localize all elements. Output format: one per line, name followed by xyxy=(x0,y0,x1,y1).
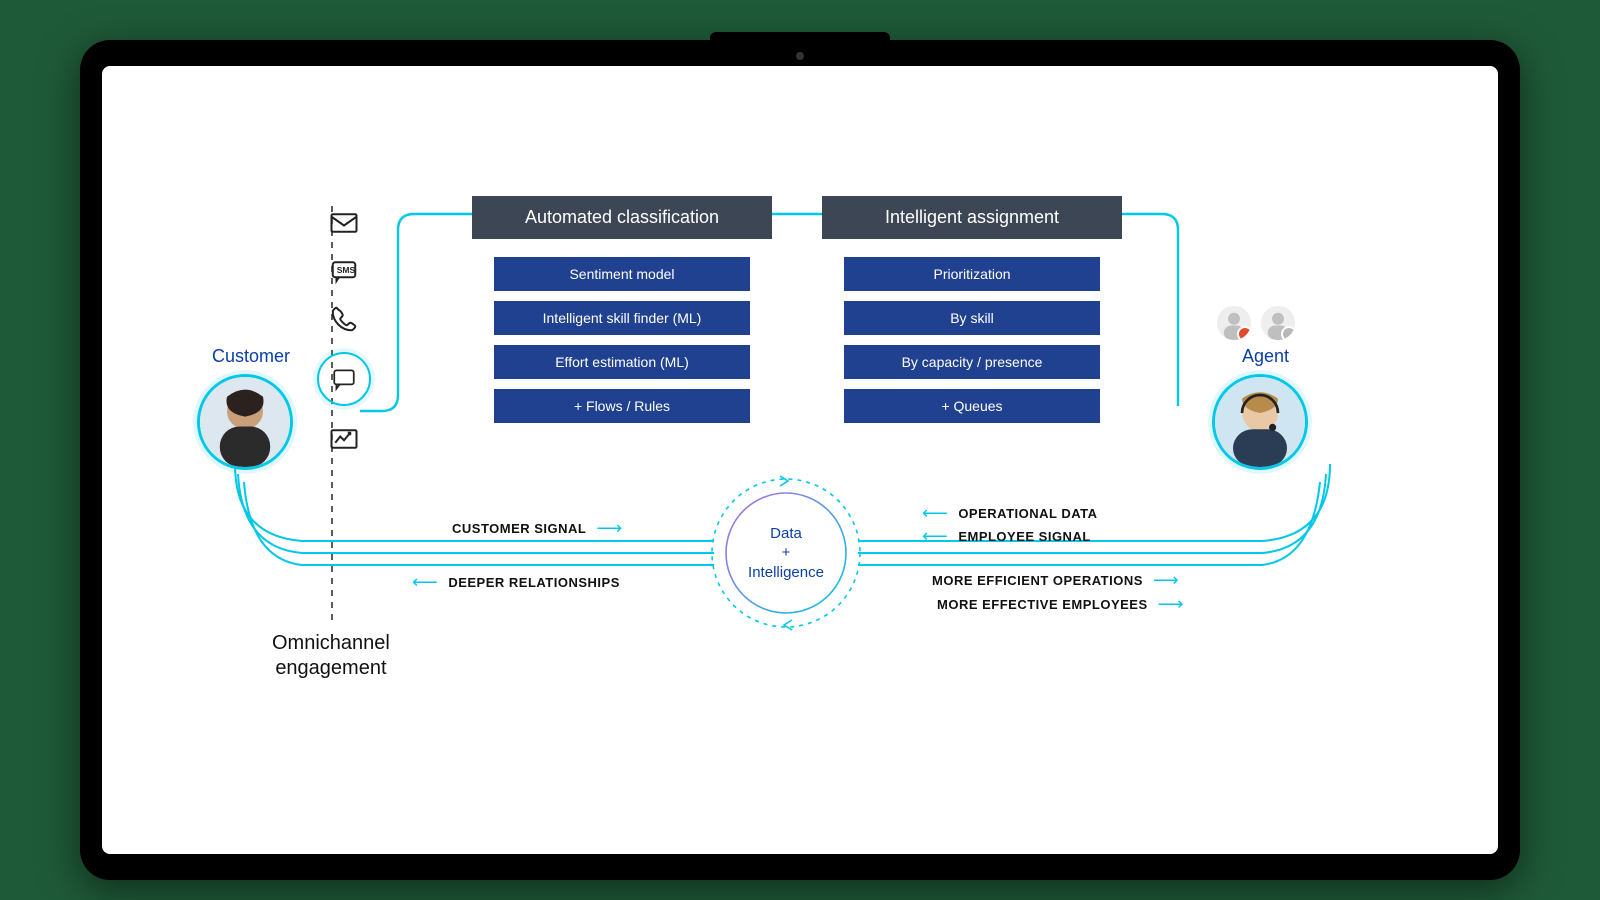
sms-icon: SMS xyxy=(329,256,359,286)
agent-label: Agent xyxy=(1242,346,1289,367)
agent-mini-avatar xyxy=(1217,306,1251,340)
assignment-item: + Queues xyxy=(844,389,1100,423)
data-intelligence-circle: Data + Intelligence xyxy=(721,488,851,618)
flow-customer-signal: CUSTOMER SIGNAL⟶ xyxy=(452,518,623,539)
arrow-right-icon: ⟶ xyxy=(1158,594,1184,615)
assignment-header: Intelligent assignment xyxy=(822,196,1122,239)
chat-icon xyxy=(317,352,371,406)
phone-icon xyxy=(329,304,359,334)
arrow-left-icon: ⟵ xyxy=(412,572,438,593)
svg-text:SMS: SMS xyxy=(337,265,356,275)
assignment-section: Intelligent assignment Prioritization By… xyxy=(822,196,1122,433)
classification-item: Intelligent skill finder (ML) xyxy=(494,301,750,335)
flow-employee-signal: ⟵EMPLOYEE SIGNAL xyxy=(922,526,1091,547)
status-dot-away xyxy=(1281,326,1295,340)
customer-label: Customer xyxy=(212,346,290,367)
flow-deeper-relationships: ⟵DEEPER RELATIONSHIPS xyxy=(412,572,620,593)
center-line2: + xyxy=(782,543,791,563)
assignment-item: By capacity / presence xyxy=(844,345,1100,379)
status-dot-busy xyxy=(1237,326,1251,340)
arrow-right-icon: ⟶ xyxy=(1153,570,1179,591)
flow-more-effective: MORE EFFECTIVE EMPLOYEES⟶ xyxy=(937,594,1184,615)
customer-avatar xyxy=(197,374,293,470)
classification-section: Automated classification Sentiment model… xyxy=(472,196,772,433)
flow-more-efficient: MORE EFFICIENT OPERATIONS⟶ xyxy=(932,570,1179,591)
classification-item: Effort estimation (ML) xyxy=(494,345,750,379)
flow-operational-data: ⟵OPERATIONAL DATA xyxy=(922,503,1098,524)
tablet-notch xyxy=(710,32,890,46)
classification-item: Sentiment model xyxy=(494,257,750,291)
email-icon xyxy=(329,208,359,238)
arrow-left-icon: ⟵ xyxy=(922,503,948,524)
classification-item: + Flows / Rules xyxy=(494,389,750,423)
center-line1: Data xyxy=(770,524,802,544)
tablet-frame: Customer SMS Omnichannel engagement Auto… xyxy=(80,40,1520,880)
omnichannel-label: Omnichannel engagement xyxy=(272,631,390,681)
omnichannel-label-line2: engagement xyxy=(272,656,390,681)
arrow-right-icon: ⟶ xyxy=(596,518,622,539)
assignment-item: By skill xyxy=(844,301,1100,335)
diagram-screen: Customer SMS Omnichannel engagement Auto… xyxy=(102,66,1498,854)
center-line3: Intelligence xyxy=(748,563,824,583)
channel-column: SMS xyxy=(317,208,371,454)
classification-header: Automated classification xyxy=(472,196,772,239)
arrow-left-icon: ⟵ xyxy=(922,526,948,547)
omnichannel-label-line1: Omnichannel xyxy=(272,631,390,656)
assignment-item: Prioritization xyxy=(844,257,1100,291)
analytics-icon xyxy=(329,424,359,454)
agent-mini-avatar xyxy=(1261,306,1295,340)
agent-mini-avatars xyxy=(1217,306,1295,340)
agent-avatar xyxy=(1212,374,1308,470)
